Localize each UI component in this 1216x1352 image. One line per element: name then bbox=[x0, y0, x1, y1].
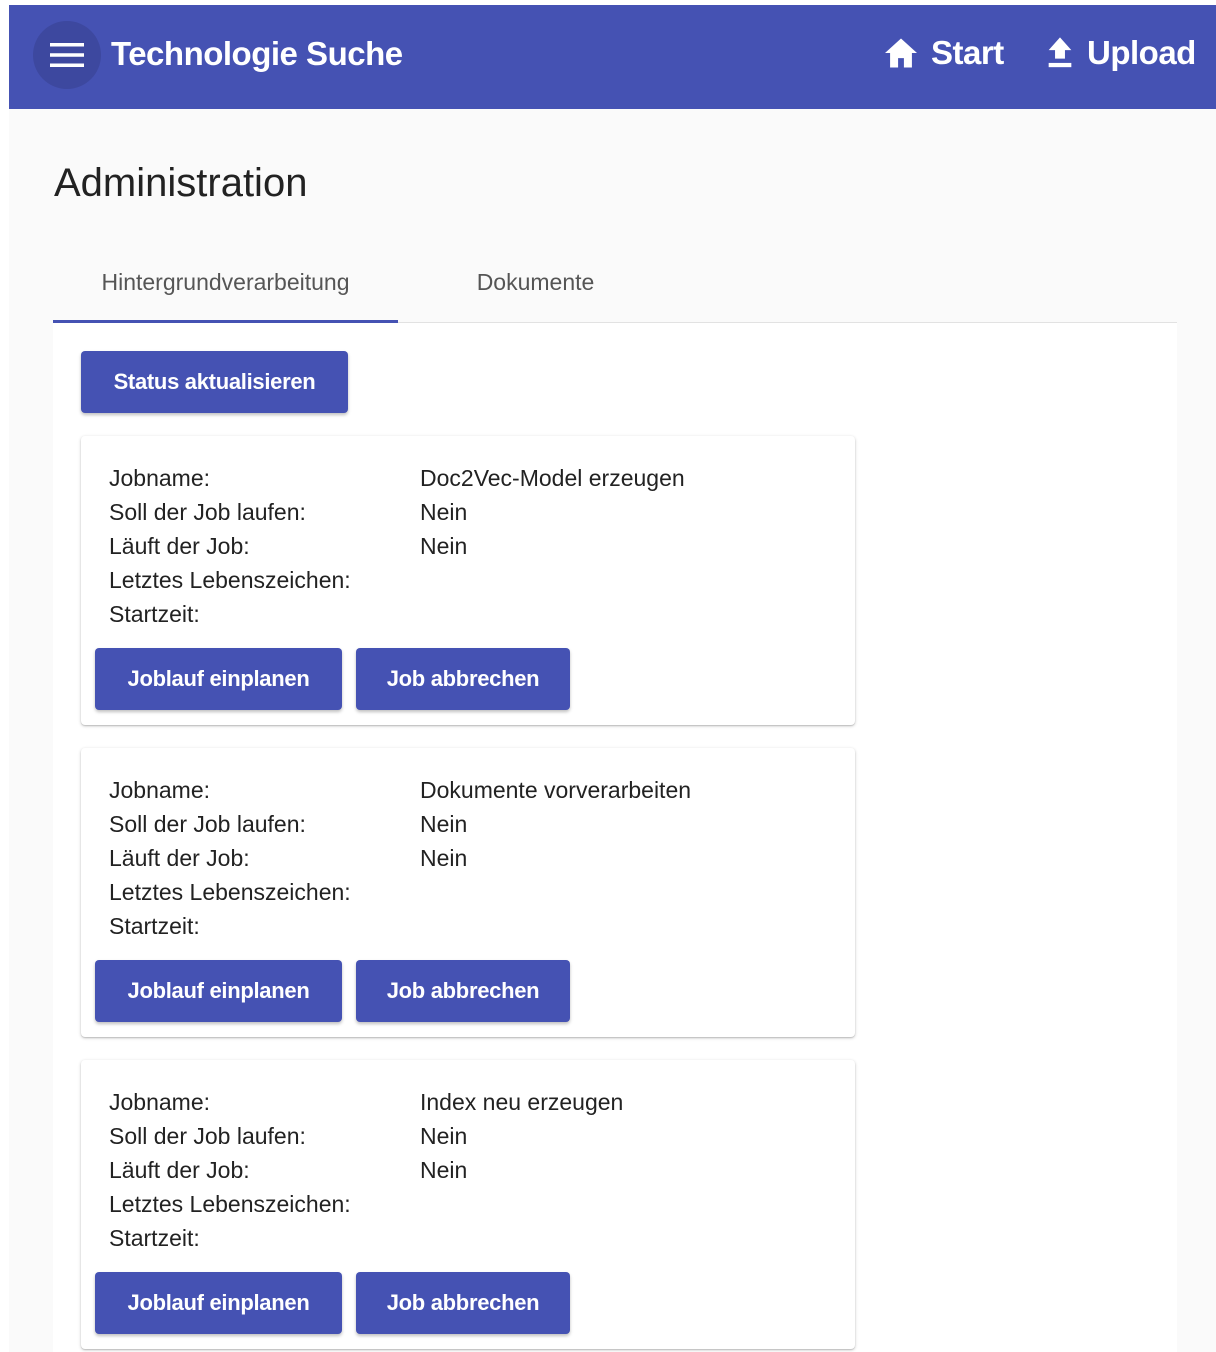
nav-upload-link[interactable]: Upload bbox=[1045, 31, 1196, 75]
upload-icon bbox=[1048, 37, 1072, 68]
app-title: Technologie Suche bbox=[111, 35, 403, 72]
cancel-job-button[interactable]: Job abbrechen bbox=[356, 648, 570, 710]
main-content: Administration Hintergrundverarbeitung D… bbox=[9, 109, 1216, 1352]
jobname-label: Jobname: bbox=[109, 465, 211, 491]
refresh-status-button[interactable]: Status aktualisieren bbox=[81, 351, 348, 413]
start-time-label: Startzeit: bbox=[109, 601, 200, 627]
running-label: Läuft der Job: bbox=[109, 533, 250, 559]
running-value: Nein bbox=[420, 533, 468, 559]
background-processing-panel: Status aktualisieren Jobname: Doc2Vec-Mo… bbox=[53, 323, 1177, 1352]
running-label: Läuft der Job: bbox=[109, 1157, 250, 1183]
schedule-job-button[interactable]: Joblauf einplanen bbox=[95, 1272, 342, 1334]
nav-start-label: Start bbox=[931, 34, 1004, 71]
page-title: Administration bbox=[54, 161, 308, 205]
job-card: Jobname: Dokumente vorverarbeiten Soll d… bbox=[81, 748, 855, 1037]
start-time-label: Startzeit: bbox=[109, 1225, 200, 1251]
running-label: Läuft der Job: bbox=[109, 845, 250, 871]
job-card: Jobname: Doc2Vec-Model erzeugen Soll der… bbox=[81, 436, 855, 725]
cancel-job-button[interactable]: Job abbrechen bbox=[356, 960, 570, 1022]
cancel-job-button[interactable]: Job abbrechen bbox=[356, 1272, 570, 1334]
should-run-value: Nein bbox=[420, 1123, 468, 1149]
tab-dokumente[interactable]: Dokumente bbox=[433, 241, 638, 323]
jobname-value: Doc2Vec-Model erzeugen bbox=[420, 465, 685, 491]
tab-bar: Hintergrundverarbeitung Dokumente bbox=[53, 241, 1177, 323]
nav-upload-label: Upload bbox=[1087, 34, 1196, 71]
tab-hintergrundverarbeitung[interactable]: Hintergrundverarbeitung bbox=[53, 241, 398, 323]
start-time-label: Startzeit: bbox=[109, 913, 200, 939]
schedule-job-button[interactable]: Joblauf einplanen bbox=[95, 960, 342, 1022]
running-value: Nein bbox=[420, 1157, 468, 1183]
nav-start-link[interactable]: Start bbox=[883, 31, 1004, 75]
home-icon bbox=[885, 38, 917, 68]
job-card: Jobname: Index neu erzeugen Soll der Job… bbox=[81, 1060, 855, 1349]
running-value: Nein bbox=[420, 845, 468, 871]
heartbeat-label: Letztes Lebenszeichen: bbox=[109, 879, 351, 905]
should-run-value: Nein bbox=[420, 811, 468, 837]
heartbeat-label: Letztes Lebenszeichen: bbox=[109, 1191, 351, 1217]
menu-button[interactable] bbox=[33, 21, 101, 89]
should-run-label: Soll der Job laufen: bbox=[109, 1123, 306, 1149]
jobname-value: Index neu erzeugen bbox=[420, 1089, 624, 1115]
jobname-label: Jobname: bbox=[109, 777, 211, 803]
heartbeat-label: Letztes Lebenszeichen: bbox=[109, 567, 351, 593]
app-toolbar: Technologie Suche Start Upload bbox=[9, 5, 1216, 109]
jobname-value: Dokumente vorverarbeiten bbox=[420, 777, 692, 803]
should-run-label: Soll der Job laufen: bbox=[109, 811, 306, 837]
schedule-job-button[interactable]: Joblauf einplanen bbox=[95, 648, 342, 710]
jobname-label: Jobname: bbox=[109, 1089, 211, 1115]
should-run-value: Nein bbox=[420, 499, 468, 525]
hamburger-menu-icon bbox=[50, 43, 84, 67]
should-run-label: Soll der Job laufen: bbox=[109, 499, 306, 525]
